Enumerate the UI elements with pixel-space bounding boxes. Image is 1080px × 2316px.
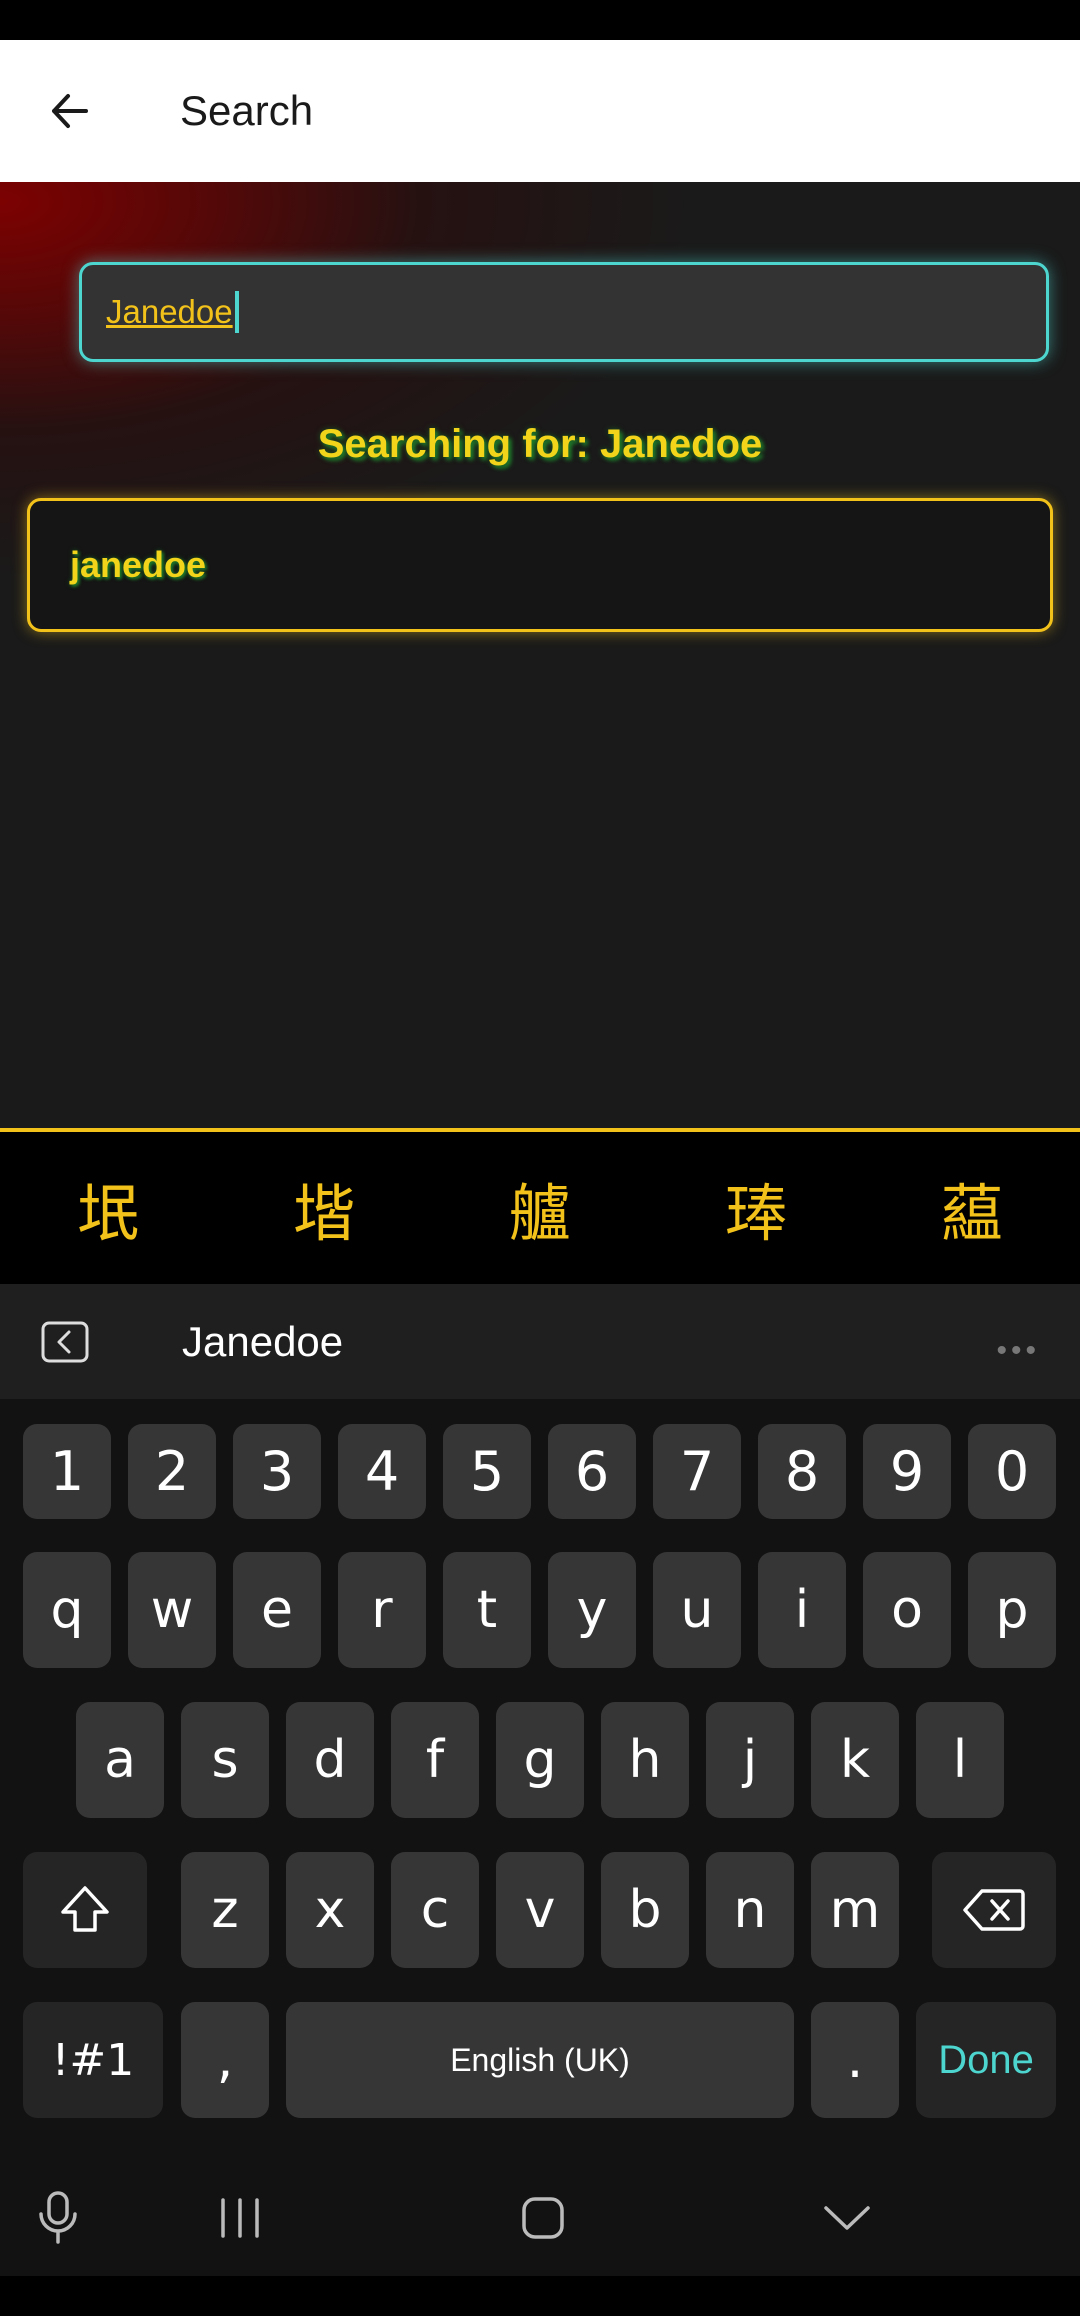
- backspace-icon: [963, 1889, 1025, 1931]
- glyph-candidate[interactable]: 藴: [864, 1163, 1080, 1253]
- key-2[interactable]: 2: [128, 1424, 216, 1519]
- search-result-item[interactable]: janedoe: [27, 498, 1053, 632]
- shift-icon: [61, 1886, 109, 1932]
- key-9[interactable]: 9: [863, 1424, 951, 1519]
- space-key[interactable]: English (UK): [286, 2002, 794, 2118]
- key-b[interactable]: b: [601, 1852, 689, 1968]
- key-r[interactable]: r: [338, 1552, 426, 1668]
- key-s[interactable]: s: [181, 1702, 269, 1818]
- key-o[interactable]: o: [863, 1552, 951, 1668]
- searching-status: Searching for: Janedoe: [0, 422, 1080, 467]
- key-z[interactable]: z: [181, 1852, 269, 1968]
- key-q[interactable]: q: [23, 1552, 111, 1668]
- glyph-candidate[interactable]: 琫: [648, 1163, 864, 1253]
- navigation-bar: [0, 2160, 1080, 2276]
- key-e[interactable]: e: [233, 1552, 321, 1668]
- key-i[interactable]: i: [758, 1552, 846, 1668]
- glyph-candidate-row: 垊 堦 艫 琫 藴: [0, 1132, 1080, 1284]
- key-w[interactable]: w: [128, 1552, 216, 1668]
- mic-icon[interactable]: [30, 2190, 86, 2246]
- glyph-candidate[interactable]: 艫: [432, 1163, 648, 1253]
- app-bar: Search: [0, 40, 1080, 182]
- hide-keyboard-icon[interactable]: [815, 2190, 879, 2246]
- key-n[interactable]: n: [706, 1852, 794, 1968]
- key-a[interactable]: a: [76, 1702, 164, 1818]
- key-h[interactable]: h: [601, 1702, 689, 1818]
- searching-status-value: Janedoe: [599, 422, 763, 466]
- period-key[interactable]: .: [811, 2002, 899, 2118]
- key-y[interactable]: y: [548, 1552, 636, 1668]
- key-d[interactable]: d: [286, 1702, 374, 1818]
- glyph-candidate[interactable]: 垊: [0, 1163, 216, 1253]
- home-icon[interactable]: [513, 2190, 573, 2246]
- key-4[interactable]: 4: [338, 1424, 426, 1519]
- key-p[interactable]: p: [968, 1552, 1056, 1668]
- key-l[interactable]: l: [916, 1702, 1004, 1818]
- done-key[interactable]: Done: [916, 2002, 1056, 2118]
- back-arrow-icon: [52, 94, 88, 128]
- search-input-text: Janedoe: [106, 293, 233, 330]
- key-c[interactable]: c: [391, 1852, 479, 1968]
- suggestion-word[interactable]: Janedoe: [182, 1318, 343, 1366]
- symbols-key[interactable]: !#1: [23, 2002, 163, 2118]
- key-k[interactable]: k: [811, 1702, 899, 1818]
- glyph-candidate[interactable]: 堦: [216, 1163, 432, 1253]
- key-5[interactable]: 5: [443, 1424, 531, 1519]
- key-x[interactable]: x: [286, 1852, 374, 1968]
- page-title: Search: [180, 87, 314, 134]
- key-7[interactable]: 7: [653, 1424, 741, 1519]
- key-6[interactable]: 6: [548, 1424, 636, 1519]
- search-result-label: janedoe: [70, 544, 207, 585]
- key-m[interactable]: m: [811, 1852, 899, 1968]
- text-caret: [234, 291, 239, 333]
- key-g[interactable]: g: [496, 1702, 584, 1818]
- recents-icon[interactable]: [210, 2190, 270, 2246]
- key-t[interactable]: t: [443, 1552, 531, 1668]
- status-bar: [0, 0, 1080, 40]
- suggestion-bar: Janedoe •••: [0, 1284, 1080, 1399]
- key-j[interactable]: j: [706, 1702, 794, 1818]
- more-dots-icon[interactable]: •••: [996, 1334, 1040, 1368]
- searching-status-prefix: Searching for:: [317, 422, 589, 466]
- shift-key[interactable]: [23, 1852, 147, 1968]
- key-v[interactable]: v: [496, 1852, 584, 1968]
- back-button[interactable]: [40, 81, 100, 141]
- comma-key[interactable]: ,: [181, 2002, 269, 2118]
- key-f[interactable]: f: [391, 1702, 479, 1818]
- key-u[interactable]: u: [653, 1552, 741, 1668]
- backspace-key[interactable]: [932, 1852, 1056, 1968]
- keyboard-back-icon[interactable]: [40, 1320, 90, 1364]
- bottom-strip: [0, 2276, 1080, 2316]
- key-3[interactable]: 3: [233, 1424, 321, 1519]
- key-1[interactable]: 1: [23, 1424, 111, 1519]
- search-input[interactable]: Janedoe: [79, 262, 1049, 362]
- key-8[interactable]: 8: [758, 1424, 846, 1519]
- search-content: Janedoe Searching for: Janedoe janedoe: [0, 182, 1080, 1128]
- key-0[interactable]: 0: [968, 1424, 1056, 1519]
- on-screen-keyboard: Janedoe ••• 1 2 3 4 5 6 7 8 9 0 q w e r …: [0, 1284, 1080, 2284]
